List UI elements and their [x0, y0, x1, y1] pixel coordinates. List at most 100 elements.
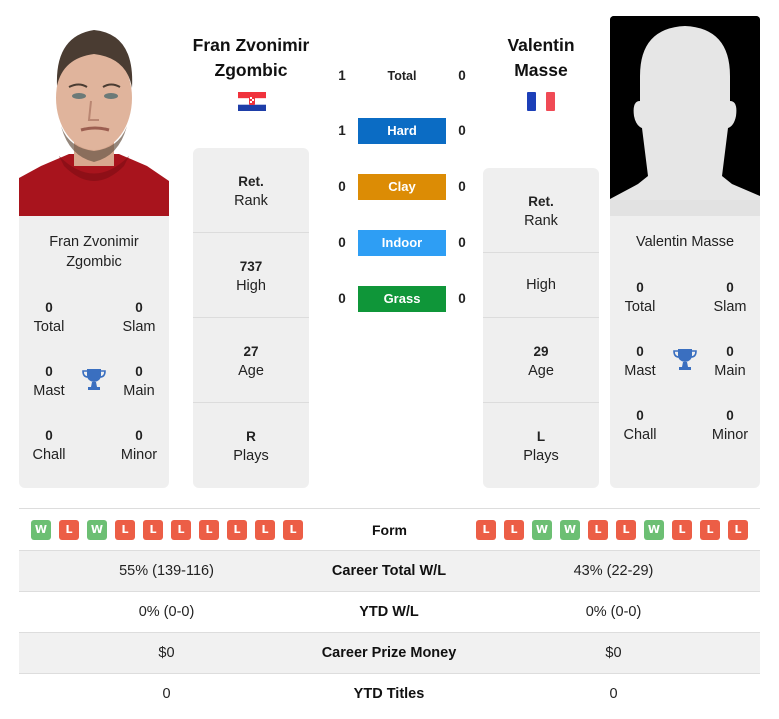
form-badge-win[interactable]: W	[31, 520, 51, 540]
titles-minor-label: Minor	[711, 427, 749, 443]
player-card-left: Fran Zvonimir Zgombic 0 Total 0 Slam 0 M…	[19, 216, 169, 488]
plays-value: L	[536, 429, 546, 444]
croatia-flag-icon	[238, 92, 266, 111]
titles-slam-value: 0	[135, 300, 143, 315]
h2h-row-clay: 0 Clay 0	[330, 174, 475, 200]
h2h-right-count: 0	[458, 68, 466, 83]
player-card-right: Valentin Masse 0 Total 0 Slam 0 Mast 0 M…	[610, 216, 760, 488]
titles-mast-value: 0	[636, 344, 644, 359]
form-badge-loss[interactable]: L	[171, 520, 191, 540]
rank-cell-current: Ret. Rank	[483, 168, 599, 253]
h2h-row-total: 1 Total 0	[330, 63, 475, 89]
surface-total-label[interactable]: Total	[358, 63, 446, 89]
stat-right-value: 43% (22-29)	[573, 563, 654, 579]
titles-total-value: 0	[45, 300, 53, 315]
rank-cell-high: High	[483, 253, 599, 318]
form-badge-loss[interactable]: L	[728, 520, 748, 540]
player-name-left[interactable]: Fran Zvonimir Zgombic	[19, 232, 169, 272]
form-badge-loss[interactable]: L	[616, 520, 636, 540]
rank-cell-age: 27 Age	[193, 318, 309, 403]
h2h-left-count: 0	[338, 291, 346, 306]
stat-left-value: 0% (0-0)	[138, 604, 195, 620]
form-badge-loss[interactable]: L	[700, 520, 720, 540]
stat-right-value: 0% (0-0)	[585, 604, 642, 620]
titles-slam: 0 Slam	[109, 298, 169, 337]
surface-clay-button[interactable]: Clay	[358, 174, 446, 200]
stat-left-value: 0	[162, 686, 171, 702]
player-name-line: Valentin Masse	[635, 234, 735, 250]
h2h-left-count: 1	[338, 123, 346, 138]
player-photo-right	[610, 16, 760, 216]
stat-left-value: 55% (139-116)	[119, 563, 214, 579]
form-badge-loss[interactable]: L	[115, 520, 135, 540]
form-badge-win[interactable]: W	[87, 520, 107, 540]
surface-grass-button[interactable]: Grass	[358, 286, 446, 312]
stat-label: YTD W/L	[359, 604, 419, 620]
form-badge-win[interactable]: W	[532, 520, 552, 540]
titles-main: 0 Main	[109, 362, 169, 401]
form-badge-loss[interactable]: L	[143, 520, 163, 540]
titles-total-label: Total	[33, 319, 65, 335]
stat-row-ytd-wl: 0% (0-0) YTD W/L 0% (0-0)	[19, 591, 760, 632]
surface-hard-button[interactable]: Hard	[358, 118, 446, 144]
rank-label: Rank	[234, 193, 268, 209]
form-badge-loss[interactable]: L	[227, 520, 247, 540]
form-badge-loss[interactable]: L	[672, 520, 692, 540]
form-badge-loss[interactable]: L	[283, 520, 303, 540]
titles-chall-value: 0	[636, 408, 644, 423]
trophy-icon	[81, 366, 107, 392]
stat-row-career-total-wl: 55% (139-116) Career Total W/L 43% (22-2…	[19, 550, 760, 591]
silhouette-placeholder-image	[610, 16, 760, 216]
france-flag-icon	[527, 92, 555, 111]
rank-value: Ret.	[238, 174, 264, 189]
rank-cell-current: Ret. Rank	[193, 148, 309, 233]
stat-right-value: 0	[609, 686, 618, 702]
plays-label: Plays	[233, 448, 269, 464]
h2h-row-indoor: 0 Indoor 0	[330, 230, 475, 256]
rank-cell-age: 29 Age	[483, 318, 599, 403]
titles-total: 0 Total	[610, 278, 670, 317]
h2h-left-count: 0	[338, 179, 346, 194]
player-header-name-left[interactable]: Fran Zvonimir Zgombic	[176, 33, 326, 83]
stat-right-value: $0	[605, 645, 622, 661]
rank-label: Rank	[524, 213, 558, 229]
titles-slam-value: 0	[726, 280, 734, 295]
stat-row-ytd-titles: 0 YTD Titles 0	[19, 673, 760, 714]
form-badge-loss[interactable]: L	[255, 520, 275, 540]
titles-minor-value: 0	[135, 428, 143, 443]
titles-minor: 0 Minor	[700, 406, 760, 445]
titles-main-label: Main	[123, 383, 155, 399]
h2h-row-grass: 0 Grass 0	[330, 286, 475, 312]
h2h-right-count: 0	[458, 123, 466, 138]
titles-chall: 0 Chall	[19, 426, 79, 465]
form-row: Form WLWLLLLLLL LLWWLLWLLL	[19, 508, 760, 550]
titles-mast: 0 Mast	[610, 342, 670, 381]
form-badge-win[interactable]: W	[644, 520, 664, 540]
form-badge-loss[interactable]: L	[59, 520, 79, 540]
player-name-right[interactable]: Valentin Masse	[610, 232, 760, 252]
form-badge-loss[interactable]: L	[588, 520, 608, 540]
titles-total-label: Total	[624, 299, 656, 315]
rank-cell-plays: R Plays	[193, 403, 309, 488]
player-header-name-right[interactable]: Valentin Masse	[466, 33, 616, 83]
titles-chall-label: Chall	[32, 447, 66, 463]
high-label: High	[526, 277, 556, 293]
form-badge-loss[interactable]: L	[476, 520, 496, 540]
form-badge-win[interactable]: W	[560, 520, 580, 540]
header-name-line: Fran Zvonimir	[192, 35, 310, 55]
titles-main-value: 0	[726, 344, 734, 359]
header-name-line: Zgombic	[214, 60, 288, 80]
titles-total-value: 0	[636, 280, 644, 295]
h2h-row-hard: 1 Hard 0	[330, 118, 475, 144]
stat-left-value: $0	[158, 645, 175, 661]
h2h-right-count: 0	[458, 291, 466, 306]
titles-main-label: Main	[714, 363, 746, 379]
h2h-left-count: 0	[338, 235, 346, 250]
form-badge-loss[interactable]: L	[199, 520, 219, 540]
surface-indoor-button[interactable]: Indoor	[358, 230, 446, 256]
titles-main-value: 0	[135, 364, 143, 379]
h2h-left-count: 1	[338, 68, 346, 83]
titles-mast-label: Mast	[624, 363, 656, 379]
rank-card-right: Ret. Rank High 29 Age L Plays	[483, 168, 599, 488]
form-badge-loss[interactable]: L	[504, 520, 524, 540]
